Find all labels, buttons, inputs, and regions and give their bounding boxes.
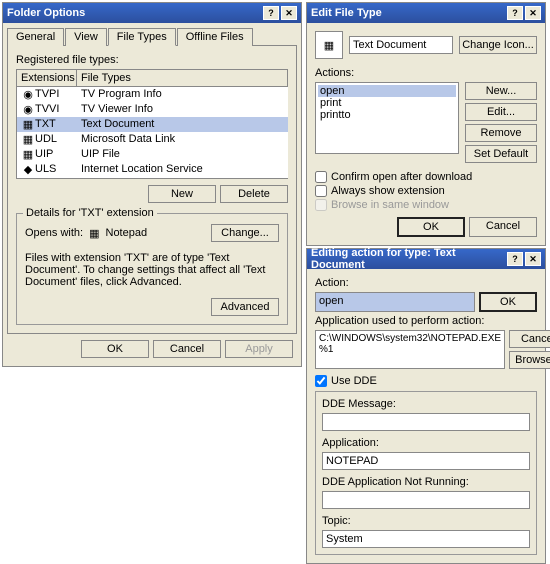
file-icon: ◆ <box>21 178 35 179</box>
dde-notrun-input[interactable] <box>322 491 530 509</box>
new-button[interactable]: New <box>148 185 216 203</box>
remove-button[interactable]: Remove <box>465 124 537 142</box>
topic-label: Topic: <box>322 515 530 527</box>
dde-msg-input[interactable] <box>322 413 530 431</box>
tab-view[interactable]: View <box>65 28 107 46</box>
dialog-title: Editing action for type: Text Document <box>311 247 507 271</box>
ok-button[interactable]: OK <box>479 292 537 312</box>
list-item[interactable]: print <box>318 97 456 109</box>
folder-options-dialog: Folder Options ? ✕ General View File Typ… <box>2 2 302 367</box>
list-item[interactable]: open <box>318 85 456 97</box>
tab-file-types[interactable]: File Types <box>108 28 176 46</box>
editing-action-dialog: Editing action for type: Text Document ?… <box>306 248 546 564</box>
actions-list[interactable]: open print printto <box>315 82 459 154</box>
browse-same-checkbox: Browse in same window <box>315 199 537 211</box>
titlebar: Folder Options ? ✕ <box>3 3 301 23</box>
cancel-button[interactable]: Cancel <box>153 340 221 358</box>
action-label: Action: <box>315 277 537 289</box>
titlebar: Edit File Type ? ✕ <box>307 3 545 23</box>
table-row[interactable]: ◉TVVITV Viewer Info <box>17 102 288 117</box>
file-types-list[interactable]: Extensions File Types ◉TVPITV Program In… <box>16 69 288 179</box>
tab-strip: General View File Types Offline Files <box>7 27 297 45</box>
cancel-button[interactable]: Cancel <box>509 330 550 348</box>
ok-button[interactable]: OK <box>81 340 149 358</box>
confirm-checkbox[interactable]: Confirm open after download <box>315 171 537 183</box>
tab-offline-files[interactable]: Offline Files <box>177 28 253 46</box>
hint-text: Files with extension 'TXT' are of type '… <box>25 252 279 288</box>
topic-input[interactable]: System <box>322 530 530 548</box>
table-row[interactable]: ▦UDLMicrosoft Data Link <box>17 132 288 147</box>
file-icon: ▦ <box>21 118 35 131</box>
action-input[interactable]: open <box>315 292 475 312</box>
use-dde-checkbox[interactable]: Use DDE <box>315 375 537 387</box>
tab-general[interactable]: General <box>7 28 64 46</box>
help-icon[interactable]: ? <box>507 252 523 266</box>
table-row[interactable]: ◆URLInternet Shortcut <box>17 177 288 179</box>
edit-button[interactable]: Edit... <box>465 103 537 121</box>
close-icon[interactable]: ✕ <box>525 6 541 20</box>
help-icon[interactable]: ? <box>507 6 523 20</box>
list-item[interactable]: printto <box>318 109 456 121</box>
browse-button[interactable]: Browse... <box>509 351 550 369</box>
col-file-types[interactable]: File Types <box>77 70 288 86</box>
file-icon: ◉ <box>21 103 35 116</box>
app-label: Application used to perform action: <box>315 315 537 327</box>
actions-label: Actions: <box>315 67 537 79</box>
edit-file-type-dialog: Edit File Type ? ✕ ▦ Text Document Chang… <box>306 2 546 246</box>
dde-notrun-label: DDE Application Not Running: <box>322 476 530 488</box>
table-row[interactable]: ◉TVPITV Program Info <box>17 87 288 102</box>
dialog-title: Folder Options <box>7 7 85 19</box>
col-extensions[interactable]: Extensions <box>17 70 77 86</box>
table-row[interactable]: ▦TXTText Document <box>17 117 288 132</box>
file-icon: ◉ <box>21 88 35 101</box>
app-input[interactable]: C:\WINDOWS\system32\NOTEPAD.EXE %1 <box>315 330 505 369</box>
opens-with-label: Opens with: <box>25 227 83 239</box>
change-button[interactable]: Change... <box>211 224 279 242</box>
ok-button[interactable]: OK <box>397 217 465 237</box>
always-show-checkbox[interactable]: Always show extension <box>315 185 537 197</box>
cancel-button[interactable]: Cancel <box>469 217 537 237</box>
doc-icon: ▦ <box>315 31 343 59</box>
advanced-button[interactable]: Advanced <box>211 298 279 316</box>
delete-button[interactable]: Delete <box>220 185 288 203</box>
details-group: Details for 'TXT' extension Opens with: … <box>16 213 288 325</box>
opens-with-app: Notepad <box>106 227 148 239</box>
close-icon[interactable]: ✕ <box>281 6 297 20</box>
dde-app-label: Application: <box>322 437 530 449</box>
dde-app-input[interactable]: NOTEPAD <box>322 452 530 470</box>
titlebar: Editing action for type: Text Document ?… <box>307 249 545 269</box>
apply-button[interactable]: Apply <box>225 340 293 358</box>
table-row[interactable]: ▦UIPUIP File <box>17 147 288 162</box>
dde-msg-label: DDE Message: <box>322 398 530 410</box>
list-header: Extensions File Types <box>17 70 288 87</box>
close-icon[interactable]: ✕ <box>525 252 541 266</box>
notepad-icon: ▦ <box>89 227 99 240</box>
set-default-button[interactable]: Set Default <box>465 145 537 163</box>
new-button[interactable]: New... <box>465 82 537 100</box>
help-icon[interactable]: ? <box>263 6 279 20</box>
tab-panel: Registered file types: Extensions File T… <box>7 45 297 334</box>
file-icon: ▦ <box>21 133 35 146</box>
details-title: Details for 'TXT' extension <box>23 207 157 219</box>
registered-label: Registered file types: <box>16 54 288 66</box>
dialog-title: Edit File Type <box>311 7 382 19</box>
file-icon: ▦ <box>21 148 35 161</box>
change-icon-button[interactable]: Change Icon... <box>459 36 537 54</box>
doc-type-field[interactable]: Text Document <box>349 36 453 54</box>
file-icon: ◆ <box>21 163 35 176</box>
table-row[interactable]: ◆ULSInternet Location Service <box>17 162 288 177</box>
